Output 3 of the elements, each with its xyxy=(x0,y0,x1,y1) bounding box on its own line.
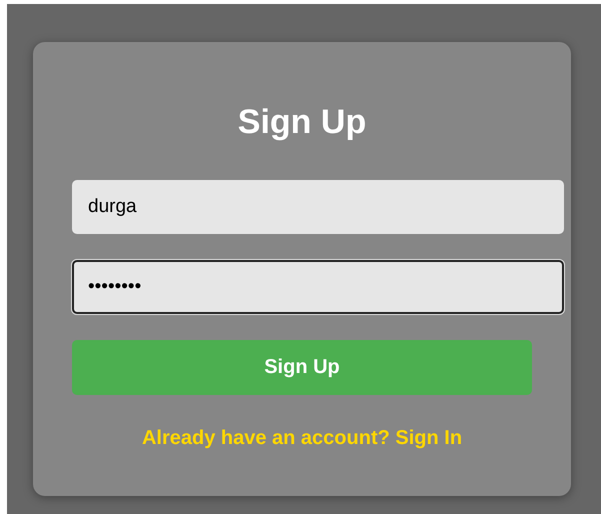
form-title: Sign Up xyxy=(238,102,368,142)
input-field[interactable]: •••••••• xyxy=(72,260,564,314)
input-field[interactable]: durga xyxy=(72,180,564,234)
